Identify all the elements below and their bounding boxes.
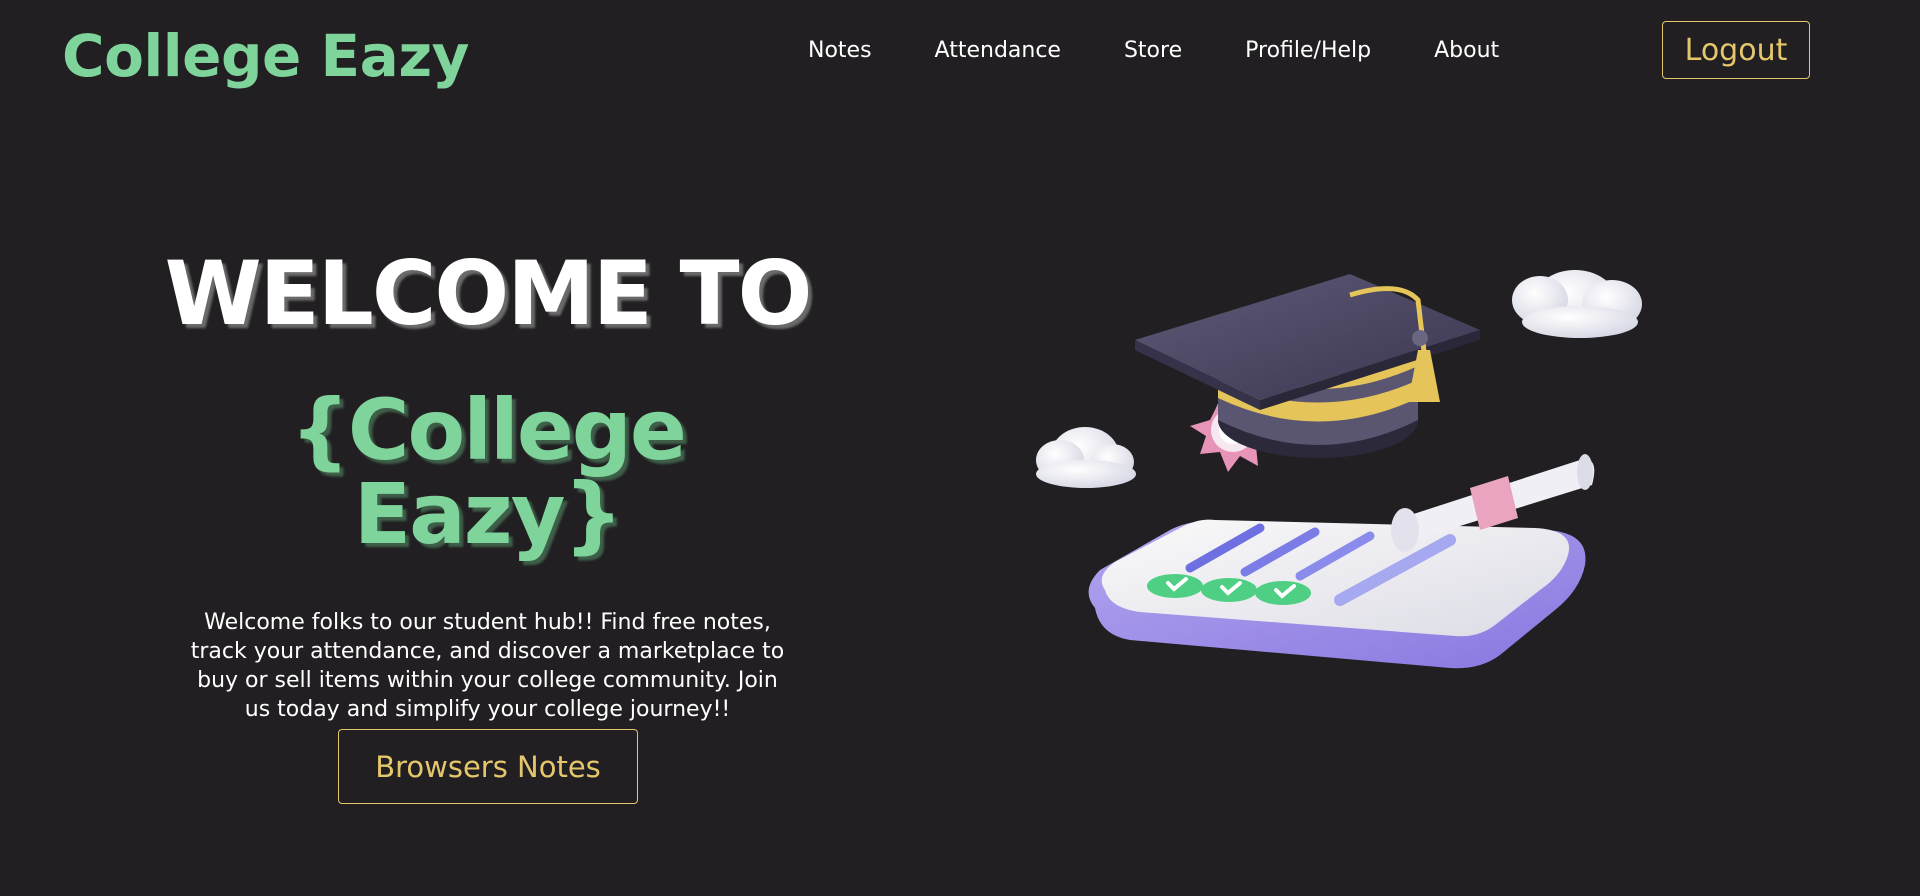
hero-section: WELCOME TO {College Eazy} Welcome folks … — [150, 230, 825, 724]
nav-profile-help[interactable]: Profile/Help — [1245, 38, 1371, 63]
nav-store[interactable]: Store — [1124, 38, 1182, 63]
graduation-illustration-icon — [1036, 270, 1642, 669]
hero-description: Welcome folks to our student hub!! Find … — [190, 610, 785, 722]
page: College Eazy Notes Attendance Store Prof… — [0, 0, 1920, 896]
cloud-icon-left — [1036, 427, 1136, 488]
nav-notes[interactable]: Notes — [808, 38, 872, 63]
nav-about[interactable]: About — [1434, 38, 1499, 63]
hero-brand-heading: {College Eazy} — [290, 381, 687, 563]
browse-notes-button[interactable]: Browsers Notes — [338, 729, 638, 804]
main-nav: Notes Attendance Store Profile/Help Abou… — [808, 38, 1499, 63]
nav-attendance[interactable]: Attendance — [935, 38, 1061, 63]
hero-welcome-heading: WELCOME TO — [164, 242, 813, 345]
cloud-icon-right — [1512, 270, 1642, 338]
clipboard-icon — [1088, 519, 1586, 669]
logout-button[interactable]: Logout — [1662, 21, 1810, 79]
brand-logo[interactable]: College Eazy — [62, 22, 469, 90]
graduation-cap-icon — [1135, 274, 1480, 458]
